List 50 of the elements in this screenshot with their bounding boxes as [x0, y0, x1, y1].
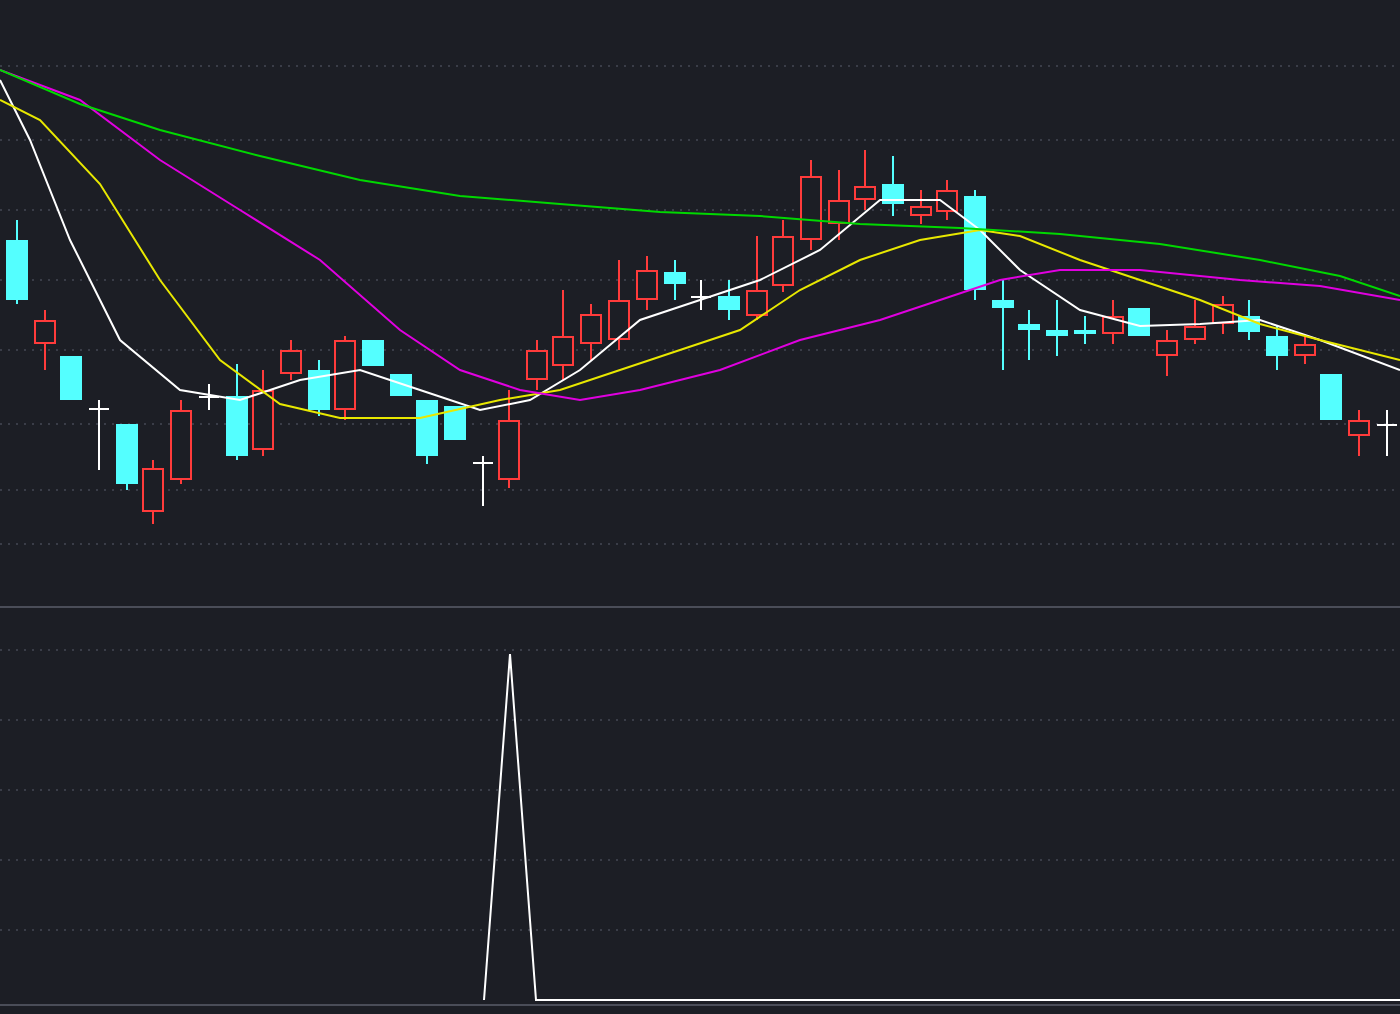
candlestick [1184, 299, 1206, 345]
candlestick [142, 459, 164, 525]
candlestick [664, 259, 686, 301]
candlestick [690, 279, 712, 311]
candlestick [882, 155, 904, 217]
candlestick [1376, 409, 1398, 457]
candlestick [992, 279, 1014, 371]
candlestick [1074, 315, 1096, 345]
candlestick [746, 235, 768, 321]
candlestick [608, 259, 630, 351]
candlestick [718, 279, 740, 321]
candlestick [936, 179, 958, 221]
candlestick [252, 369, 274, 457]
candlestick [170, 399, 192, 485]
candlestick [828, 169, 850, 241]
candlestick [526, 339, 548, 391]
candlestick [416, 400, 438, 465]
candlestick [580, 303, 602, 361]
candlestick [444, 406, 466, 440]
candlestick [854, 149, 876, 211]
candlestick [636, 255, 658, 311]
candlestick [6, 219, 28, 305]
candlestick [60, 356, 82, 400]
candlestick [1212, 295, 1234, 335]
candlestick [1266, 325, 1288, 371]
candlestick [308, 359, 330, 417]
candlestick [498, 389, 520, 489]
candlestick [88, 399, 110, 471]
candlestick [334, 335, 356, 421]
candlestick [34, 309, 56, 371]
candlestick [1018, 309, 1040, 361]
candlestick [1348, 409, 1370, 457]
candlestick [198, 383, 220, 411]
candlestick [362, 340, 384, 366]
candlestick [964, 189, 986, 301]
candlestick [910, 189, 932, 225]
candlestick [1320, 374, 1342, 420]
candlestick [1294, 335, 1316, 365]
candlestick [116, 424, 138, 491]
candlestick [1046, 299, 1068, 357]
candlestick [1238, 299, 1260, 341]
candlestick [772, 219, 794, 293]
candlestick [552, 289, 574, 381]
candlestick [472, 455, 494, 507]
candlestick [1128, 308, 1150, 336]
candlestick [226, 363, 248, 461]
candlestick [1102, 299, 1124, 345]
candlestick [800, 159, 822, 251]
candlestick [280, 339, 302, 381]
candlestick [1156, 329, 1178, 377]
